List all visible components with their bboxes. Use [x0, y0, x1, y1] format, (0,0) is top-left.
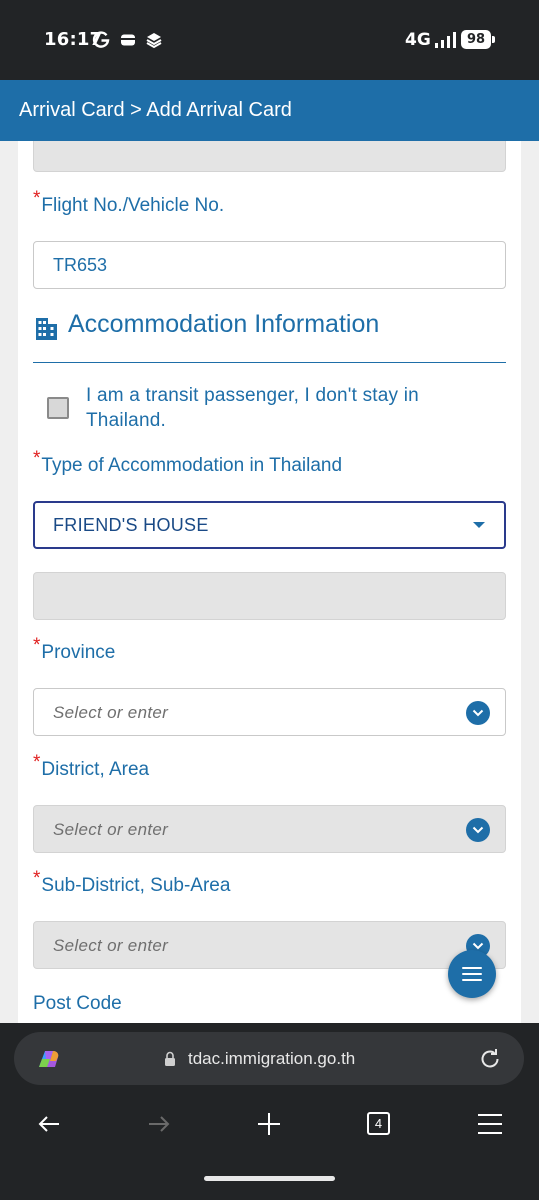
district-select[interactable]: Select or enter	[33, 805, 506, 853]
menu-fab-button[interactable]	[448, 950, 496, 998]
subdistrict-label: *Sub-District, Sub-Area	[33, 868, 231, 896]
form-card: *Flight No./Vehicle No. TR653 Accommodat…	[18, 141, 521, 1023]
address-bar[interactable]: tdac.immigration.go.th	[14, 1032, 524, 1085]
required-mark: *	[33, 868, 41, 889]
accommodation-type-value: FRIEND'S HOUSE	[53, 515, 209, 535]
forward-arrow-icon[interactable]	[146, 1111, 172, 1137]
chevron-down-icon[interactable]	[466, 701, 490, 725]
reload-icon[interactable]	[478, 1047, 502, 1071]
breadcrumb: Arrival Card > Add Arrival Card	[19, 99, 292, 121]
chevron-down-icon[interactable]	[466, 818, 490, 842]
new-tab-plus-icon[interactable]	[256, 1111, 282, 1137]
browser-toolbar: tdac.immigration.go.th 4	[0, 1023, 539, 1200]
battery-icon: 98	[461, 30, 491, 49]
transit-checkbox-label[interactable]: I am a transit passenger, I don't stay i…	[86, 383, 486, 433]
caret-down-icon	[473, 522, 485, 528]
signal-icon	[435, 32, 456, 48]
subdistrict-placeholder: Select or enter	[53, 936, 169, 955]
accommodation-type-label: *Type of Accommodation in Thailand	[33, 448, 343, 476]
status-bar: 16:17 4G 98	[0, 0, 539, 80]
menu-icon-bar	[462, 979, 482, 981]
building-icon	[36, 318, 57, 340]
flight-number-value: TR653	[53, 255, 108, 275]
accommodation-detail-field	[33, 572, 506, 620]
required-mark: *	[33, 188, 41, 209]
section-divider	[33, 362, 506, 363]
accommodation-type-select[interactable]: FRIEND'S HOUSE	[33, 501, 506, 549]
subdistrict-select[interactable]: Select or enter	[33, 921, 506, 969]
menu-icon-bar	[462, 973, 482, 975]
required-mark: *	[33, 448, 41, 469]
section-title: Accommodation Information	[68, 310, 380, 338]
g-icon	[92, 31, 110, 48]
province-select[interactable]: Select or enter	[33, 688, 506, 736]
district-placeholder: Select or enter	[53, 820, 169, 839]
flight-label: *Flight No./Vehicle No.	[33, 188, 225, 216]
flight-number-input[interactable]: TR653	[33, 241, 506, 289]
disabled-field-top	[33, 141, 506, 172]
stack-icon	[146, 33, 162, 49]
required-mark: *	[33, 752, 41, 773]
lock-icon	[165, 1051, 175, 1066]
network-type: 4G	[405, 30, 431, 50]
hamburger-menu-icon[interactable]	[477, 1111, 503, 1137]
required-mark: *	[33, 635, 41, 656]
postcode-label: Post Code	[33, 993, 122, 1014]
wallet-icon	[121, 34, 135, 46]
app-header: Arrival Card > Add Arrival Card	[0, 80, 539, 141]
province-placeholder: Select or enter	[53, 703, 169, 722]
url-text[interactable]: tdac.immigration.go.th	[188, 1032, 355, 1085]
battery-tip	[492, 36, 495, 43]
district-label: *District, Area	[33, 752, 150, 780]
page-content[interactable]: *Flight No./Vehicle No. TR653 Accommodat…	[0, 141, 539, 1023]
transit-checkbox[interactable]	[47, 397, 69, 419]
home-indicator[interactable]	[204, 1176, 335, 1181]
province-label: *Province	[33, 635, 116, 663]
menu-icon-bar	[462, 967, 482, 969]
back-arrow-icon[interactable]	[36, 1111, 62, 1137]
copilot-icon[interactable]	[35, 1047, 63, 1071]
tab-switcher-button[interactable]: 4	[367, 1112, 390, 1135]
